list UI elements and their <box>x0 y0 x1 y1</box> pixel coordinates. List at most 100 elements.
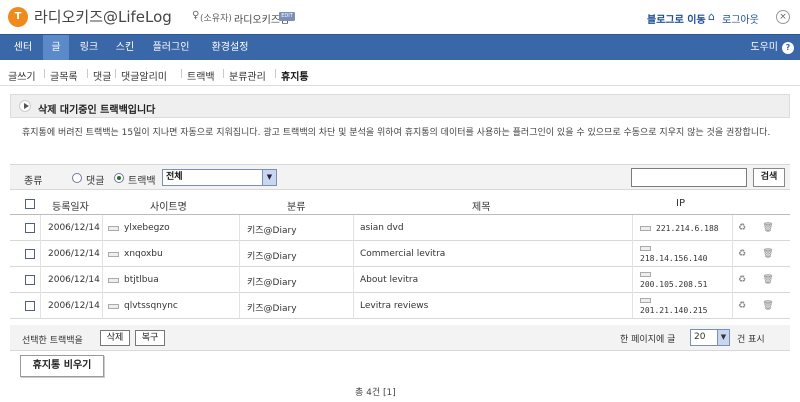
divider <box>632 241 633 267</box>
subnav-write[interactable]: 글쓰기 <box>8 68 36 83</box>
trash-icon[interactable]: 🗑 <box>762 300 774 312</box>
chevron-down-icon: ▼ <box>262 170 276 185</box>
restore-button[interactable]: 복구 <box>135 330 165 346</box>
selected-label: 선택한 트랙백을 <box>22 336 83 346</box>
divider <box>632 293 633 319</box>
header-category: 분류 <box>287 202 306 213</box>
flag-icon <box>640 298 651 303</box>
kind-label: 종류 <box>24 176 43 187</box>
row-checkbox[interactable] <box>25 301 35 311</box>
divider <box>732 215 733 241</box>
restore-icon[interactable]: ♻ <box>736 248 748 260</box>
flag-icon <box>108 226 119 231</box>
subnav-comment-notifier[interactable]: 댓글알리미 <box>121 68 167 83</box>
table-header: 등록일자 사이트명 분류 제목 IP <box>10 193 790 215</box>
row-date: 2006/12/14 <box>48 275 100 285</box>
row-category: 키즈@Diary <box>247 278 297 288</box>
table-row: 2006/12/14 qlvtssqnync 키즈@Diary Levitra … <box>10 293 790 319</box>
divider <box>102 293 103 319</box>
radio-comment-label[interactable]: 댓글 <box>86 172 104 187</box>
row-title[interactable]: asian dvd <box>360 223 404 233</box>
per-page-value: 20 <box>694 332 706 342</box>
trash-icon[interactable]: 🗑 <box>762 274 774 286</box>
divider <box>40 241 41 267</box>
total-count: 총 4건 [1] <box>355 388 396 398</box>
row-ip: 201.21.140.215 <box>640 306 708 315</box>
delete-button[interactable]: 삭제 <box>100 330 130 346</box>
subnav-comments[interactable]: 댓글 <box>93 68 111 83</box>
help-icon[interactable]: ? <box>782 42 794 54</box>
restore-icon[interactable]: ♻ <box>736 300 748 312</box>
select-all-checkbox[interactable] <box>25 199 35 209</box>
search-input[interactable] <box>631 168 747 187</box>
divider <box>732 267 733 293</box>
subnav-separator: | <box>274 69 278 79</box>
row-category: 키즈@Diary <box>247 252 297 262</box>
subnav-category[interactable]: 분류관리 <box>229 68 266 83</box>
subnav-trash[interactable]: 휴지통 <box>281 68 309 83</box>
radio-comment[interactable] <box>72 173 82 183</box>
row-checkbox[interactable] <box>25 275 35 285</box>
flag-icon <box>640 246 651 251</box>
table-row: 2006/12/14 btjtlbua 키즈@Diary About levit… <box>10 267 790 293</box>
empty-trash-button[interactable]: 휴지통 비우기 <box>20 355 104 377</box>
per-page-select[interactable]: 20 ▼ <box>690 329 730 346</box>
radio-trackback[interactable] <box>114 173 124 183</box>
row-site[interactable]: ylxebegzo <box>124 223 170 233</box>
house-icon[interactable]: ⌂ <box>708 10 715 23</box>
header-title: 제목 <box>472 202 491 213</box>
trash-icon[interactable]: 🗑 <box>762 222 774 234</box>
row-site[interactable]: btjtlbua <box>124 275 159 285</box>
divider <box>40 293 41 319</box>
restore-icon[interactable]: ♻ <box>736 222 748 234</box>
restore-icon[interactable]: ♻ <box>736 274 748 286</box>
row-ip: 221.214.6.188 <box>656 224 719 233</box>
table-row: 2006/12/14 ylxebegzo 키즈@Diary asian dvd … <box>10 215 790 241</box>
logout-link[interactable]: 로그아웃 <box>722 11 759 26</box>
go-to-blog-link[interactable]: 블로그로 이동 <box>647 11 706 26</box>
nav-plugin[interactable]: 플러그인 <box>148 35 194 61</box>
logo-icon: T <box>8 7 28 27</box>
nav-center[interactable]: 센터 <box>6 35 40 61</box>
row-site[interactable]: qlvtssqnync <box>124 301 178 311</box>
nav-link[interactable]: 링크 <box>73 35 105 61</box>
owner-label: (소유자) <box>200 14 232 24</box>
blog-brand[interactable]: 라디오키즈@LifeLog <box>34 6 172 27</box>
nav-skin[interactable]: 스킨 <box>110 35 140 61</box>
header-date: 등록일자 <box>52 202 89 213</box>
subnav-trackback[interactable]: 트랙백 <box>187 68 215 83</box>
header: T 라디오키즈@LifeLog ♀ (소유자) 라디오키즈님 EDIT 블로그로… <box>0 0 800 34</box>
radio-trackback-label[interactable]: 트랙백 <box>128 172 156 187</box>
bulk-action-bar: 선택한 트랙백을 삭제 복구 한 페이지에 글 20 ▼ 건 표시 <box>10 325 790 351</box>
nav-settings[interactable]: 환경설정 <box>202 35 258 61</box>
divider <box>732 293 733 319</box>
flag-icon <box>108 278 119 283</box>
row-site[interactable]: xnqoxbu <box>124 249 163 259</box>
row-checkbox[interactable] <box>25 223 35 233</box>
divider <box>40 267 41 293</box>
row-title[interactable]: Commercial levitra <box>360 249 445 259</box>
divider <box>102 215 103 241</box>
nav-post[interactable]: 글 <box>43 35 69 61</box>
trash-icon[interactable]: 🗑 <box>762 248 774 260</box>
subnav-list[interactable]: 글목록 <box>50 68 78 83</box>
section-title-box: 삭제 대기중인 트랙백입니다 <box>10 94 790 118</box>
row-checkbox[interactable] <box>25 249 35 259</box>
row-title[interactable]: Levitra reviews <box>360 301 428 311</box>
category-select[interactable]: 전체 ▼ <box>162 169 277 186</box>
close-icon[interactable]: × <box>776 10 790 24</box>
header-ip: IP <box>676 198 685 209</box>
subnav-separator: | <box>180 69 184 79</box>
edit-badge[interactable]: EDIT <box>279 12 295 21</box>
row-title[interactable]: About levitra <box>360 275 418 285</box>
divider <box>102 241 103 267</box>
sub-nav: 글쓰기 | 글목록 | 댓글 | 댓글알리미 | 트랙백 | 분류관리 | 휴지… <box>0 60 800 86</box>
divider <box>40 215 41 241</box>
search-button[interactable]: 검색 <box>753 168 785 187</box>
help-link[interactable]: 도우미 <box>750 35 778 61</box>
row-date: 2006/12/14 <box>48 223 100 233</box>
main-nav: 센터 글 링크 스킨 플러그인 환경설정 도우미 ? <box>0 34 800 61</box>
divider <box>632 215 633 241</box>
divider <box>239 293 240 319</box>
filter-bar: 종류 댓글 트랙백 전체 ▼ 검색 <box>10 164 790 190</box>
